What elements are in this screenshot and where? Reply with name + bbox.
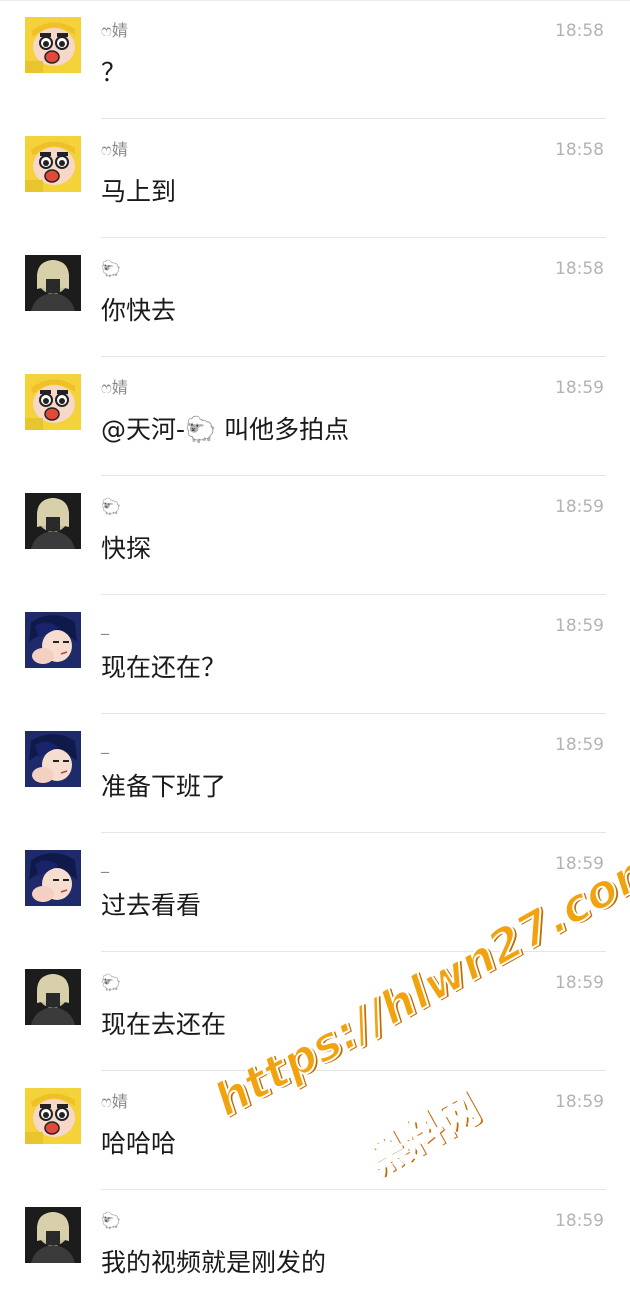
sender-name: ෆ婧 [101,1092,128,1111]
message-item[interactable]: 🐑 18:58 你快去 [0,238,630,357]
message-time: 18:59 [555,735,604,755]
message-item[interactable]: 🐑 18:59 现在去还在 [0,952,630,1071]
message-text: 过去看看 [101,891,202,920]
message-time: 18:59 [555,616,604,636]
avatar[interactable] [25,612,81,668]
message-text: 哈哈哈 [101,1129,177,1158]
message-time: 18:59 [555,854,604,874]
avatar[interactable] [25,731,81,787]
message-time: 18:58 [555,21,604,41]
sender-name: 🐑 [101,497,121,516]
message-time: 18:59 [555,1092,604,1112]
message-text: 现在去还在 [101,1010,227,1039]
avatar[interactable] [25,374,81,430]
message-item[interactable]: _ 18:59 过去看看 [0,833,630,952]
avatar[interactable] [25,493,81,549]
message-item[interactable]: _ 18:59 现在还在？ [0,595,630,714]
message-text: @天河-🐑 叫他多拍点 [101,415,350,444]
message-time: 18:59 [555,973,604,993]
message-time: 18:58 [555,140,604,160]
message-item[interactable]: ෆ婧 18:58 ？ [0,0,630,119]
message-text: 你快去 [101,296,177,325]
sender-name: _ [101,616,109,635]
message-text: 准备下班了 [101,772,227,801]
message-time: 18:59 [555,378,604,398]
sender-name: 🐑 [101,1211,121,1230]
message-item[interactable]: 🐑 18:59 我的视频就是刚发的 [0,1190,630,1309]
message-text: 我的视频就是刚发的 [101,1248,327,1277]
message-item[interactable]: _ 18:59 准备下班了 [0,714,630,833]
avatar[interactable] [25,1088,81,1144]
avatar[interactable] [25,255,81,311]
avatar[interactable] [25,1207,81,1263]
sender-name: 🐑 [101,259,121,278]
avatar[interactable] [25,17,81,73]
message-time: 18:59 [555,497,604,517]
message-text: 快探 [101,534,152,563]
message-text: 马上到 [101,177,177,206]
message-item[interactable]: ෆ婧 18:59 @天河-🐑 叫他多拍点 [0,357,630,476]
message-time: 18:58 [555,259,604,279]
avatar[interactable] [25,969,81,1025]
message-time: 18:59 [555,1211,604,1231]
sender-name: 🐑 [101,973,121,992]
sender-name: _ [101,854,109,873]
avatar[interactable] [25,850,81,906]
sender-name: ෆ婧 [101,140,128,159]
sender-name: ෆ婧 [101,21,128,40]
message-text: 现在还在？ [101,653,227,682]
avatar[interactable] [25,136,81,192]
message-item[interactable]: ෆ婧 18:58 马上到 [0,119,630,238]
message-item[interactable]: ෆ婧 18:59 哈哈哈 [0,1071,630,1190]
sender-name: ෆ婧 [101,378,128,397]
message-item[interactable]: 🐑 18:59 快探 [0,476,630,595]
sender-name: _ [101,735,109,754]
message-text: ？ [101,58,127,87]
